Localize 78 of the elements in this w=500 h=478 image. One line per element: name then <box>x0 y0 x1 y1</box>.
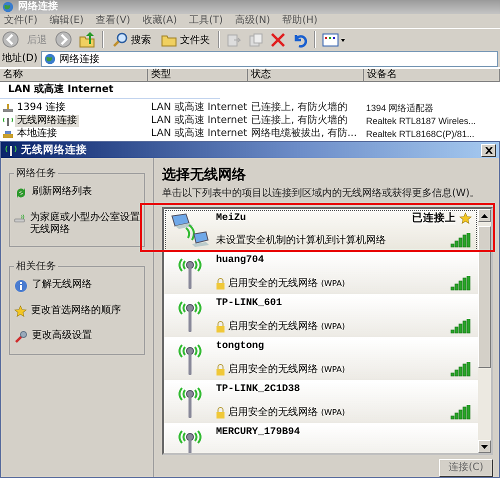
table-cell-text: Realtek RTL8187 Wireles... <box>365 114 477 126</box>
table-cell-text: LAN 或高速 Internet <box>150 114 248 126</box>
task-link[interactable]: 刷新网络列表 <box>14 186 140 200</box>
column-header[interactable]: 类型 <box>148 69 248 82</box>
lock-icon <box>216 364 225 376</box>
connection-name[interactable]: 无线网络连接 <box>15 114 79 126</box>
signal-strength-icon <box>450 276 472 291</box>
antenna-icon <box>2 116 14 126</box>
computers-icon <box>170 212 210 248</box>
column-header[interactable]: 名称 <box>0 69 148 82</box>
table-cell-text: Realtek RTL8168C(P)/81... <box>365 128 476 140</box>
network-item[interactable]: TP-LINK_2C1D38 启用安全的无线网络 (WPA) <box>164 381 478 424</box>
heading: 选择无线网络 <box>162 166 247 185</box>
network-adapter-icon <box>2 102 14 112</box>
down-arrow-icon <box>481 444 488 448</box>
connect-button[interactable]: 连接(C) <box>439 459 493 477</box>
search-button[interactable]: 搜索 <box>110 30 153 49</box>
search-icon <box>112 32 128 48</box>
lock-icon <box>216 320 225 332</box>
star-icon <box>459 212 472 225</box>
folders-button[interactable]: 文件夹 <box>159 30 212 49</box>
menu-item[interactable]: 编辑(E) <box>50 15 84 27</box>
refresh-icon <box>14 186 28 200</box>
antenna-icon <box>4 144 18 156</box>
network-item[interactable]: tongtong 启用安全的无线网络 (WPA) <box>164 338 478 381</box>
address-field[interactable]: 网络连接 <box>40 50 498 66</box>
table-cell-text: LAN 或高速 Internet <box>150 102 248 114</box>
signal-strength-icon <box>450 233 472 248</box>
network-adapter-icon <box>2 128 14 138</box>
menu-item[interactable]: 收藏(A) <box>142 15 177 27</box>
signal-strength-icon <box>450 362 472 377</box>
table-cell-text: LAN 或高速 Internet <box>150 128 248 140</box>
signal-strength-icon <box>450 405 472 420</box>
scroll-down-button[interactable] <box>478 440 491 453</box>
table-cell-text: 已连接上, 有防火墙的 <box>250 102 348 114</box>
copy-icon[interactable] <box>248 32 264 48</box>
star-icon <box>14 305 27 318</box>
scrollbar[interactable] <box>478 209 491 453</box>
table-cell-text: 已连接上, 有防火墙的 <box>250 114 348 126</box>
task-link[interactable]: 了解无线网络 <box>14 279 140 293</box>
table-cell-text: 网络电缆被拔出, 有防... <box>250 128 358 140</box>
window-title: 网络连接 <box>18 1 58 13</box>
up-arrow-icon <box>481 214 488 218</box>
network-item[interactable]: huang704 启用安全的无线网络 (WPA) <box>164 252 478 295</box>
up-folder-icon[interactable] <box>78 30 96 48</box>
menu-item[interactable]: 高级(N) <box>234 15 270 27</box>
table-cell-text: 1394 网络适配器 <box>365 102 435 114</box>
close-button[interactable] <box>481 144 496 156</box>
scroll-up-button[interactable] <box>478 209 491 222</box>
task-link[interactable]: 更改首选网络的顺序 <box>14 305 140 318</box>
info-icon <box>14 279 28 293</box>
group-header: LAN 或高速 Internet <box>0 82 220 99</box>
panel-title: 网络任务 <box>15 167 57 180</box>
connection-name[interactable]: 1394 连接 <box>15 102 68 114</box>
globe-icon <box>2 1 14 13</box>
close-icon <box>484 146 492 154</box>
network-item[interactable]: MERCURY_179B94 <box>164 424 478 453</box>
lock-icon <box>216 278 225 290</box>
delete-icon[interactable] <box>270 32 286 48</box>
menu-item[interactable]: 文件(F) <box>4 15 38 27</box>
column-header[interactable]: 状态 <box>248 69 364 82</box>
menu-item[interactable]: 帮助(H) <box>282 15 318 27</box>
task-link[interactable]: 更改高级设置 <box>14 330 140 344</box>
globe-icon <box>44 52 56 64</box>
signal-strength-icon <box>450 319 472 334</box>
menu-item[interactable]: 工具(T) <box>189 15 223 27</box>
network-item[interactable]: TP-LINK_601 启用安全的无线网络 (WPA) <box>164 295 478 338</box>
instruction-text: 单击以下列表中的项目以连接到区域内的无线网络或获得更多信息(W)。 <box>162 187 481 202</box>
menu-item[interactable]: 查看(V) <box>96 15 130 27</box>
column-header[interactable]: 设备名 <box>364 69 500 82</box>
panel-title: 相关任务 <box>15 260 57 273</box>
folder-icon <box>161 32 177 46</box>
connection-name[interactable]: 本地连接 <box>15 128 59 140</box>
lock-icon <box>216 406 225 418</box>
view-icon[interactable] <box>322 32 346 48</box>
dialog-title: 无线网络连接 <box>21 144 87 156</box>
address-label: 地址(D) <box>2 52 38 64</box>
task-link[interactable]: 为家庭或小型办公室设置无线网络 <box>14 212 140 236</box>
